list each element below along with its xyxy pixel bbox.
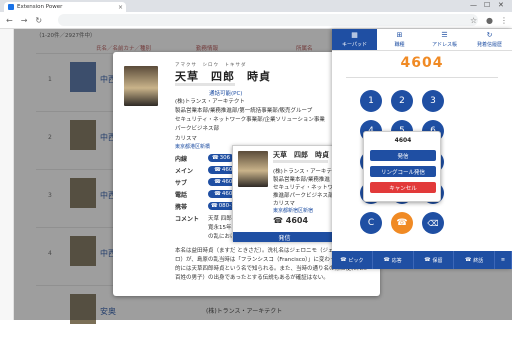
key-3[interactable]: 3 [422, 90, 444, 112]
phone-icon: ☎ [214, 179, 221, 185]
backspace-icon: ⌫ [427, 218, 439, 228]
popup-ringcall-button[interactable]: リングコール発信 [370, 166, 436, 177]
call-button[interactable]: ☎ [391, 212, 413, 234]
url-field[interactable] [58, 14, 478, 26]
menu-icon[interactable]: ⋮ [500, 16, 508, 25]
phone-icon: ☎ [396, 218, 408, 228]
department-1: 製品営業本部/業務推進部/第一統括事業部/販売グループ [175, 108, 313, 114]
phone-icon: ☎ [424, 257, 431, 263]
address-bar: ← → ↻ ☆ ● ⋮ [0, 12, 512, 29]
key-1[interactable]: 1 [360, 90, 382, 112]
popup-number: 4604 [394, 137, 412, 144]
account-icon[interactable]: ● [486, 16, 493, 25]
left-sidebar [0, 29, 14, 320]
tab-address-book[interactable]: ☰ アドレス帳 [422, 29, 467, 51]
department-3: パークビジネス部 [175, 126, 220, 132]
tab-call-history[interactable]: ↻ 発着信履歴 [467, 29, 512, 51]
popover-name: 天草 四郎 時貞 [273, 151, 329, 159]
favicon-icon [8, 4, 14, 10]
contact-name: 天草 四郎 時貞 [175, 70, 271, 83]
phone-icon: ☎ [211, 155, 219, 161]
popover-address-link[interactable]: 東京都新宿区新宿 [273, 207, 313, 214]
divider [346, 77, 498, 78]
close-window-icon[interactable]: ✕ [498, 1, 504, 9]
call-controls-bar: ☎ ピック ☎ 応答 ☎ 保留 ☎ 終話 ≡ [332, 251, 512, 269]
bookmark-icon[interactable]: ☆ [470, 16, 477, 25]
answer-button[interactable]: ☎ 応答 [373, 251, 414, 269]
backspace-button[interactable]: ⌫ [422, 212, 444, 234]
phone-icon: ☎ [340, 257, 347, 263]
presence-status: 通話可能(PC) [209, 91, 243, 97]
contact-photo [238, 151, 268, 187]
hamburger-icon: ≡ [500, 257, 506, 263]
history-icon: ↻ [486, 31, 493, 39]
popover-number: ☎ 4604 [273, 216, 309, 225]
list-icon: ☰ [441, 31, 448, 39]
key-2[interactable]: 2 [391, 90, 413, 112]
keypad-icon: ▦ [351, 31, 358, 39]
popover-call-button[interactable]: 発信 [233, 232, 336, 242]
forward-icon[interactable]: → [21, 16, 28, 25]
department-2: セキュリティ・ネットワーク事業部/企業ソリューション事業 [175, 117, 325, 123]
hangup-button[interactable]: ☎ 終話 [454, 251, 496, 269]
contact-photo [124, 66, 158, 106]
pickup-button[interactable]: ☎ ピック [332, 251, 373, 269]
popup-call-button[interactable]: 発信 [370, 150, 436, 161]
phone-icon: ☎ [214, 167, 221, 173]
browser-tab[interactable]: Extension Power × [4, 2, 126, 12]
address-link[interactable]: 東京都港区新橋 [175, 143, 210, 150]
tab-title: Extension Power [17, 4, 63, 10]
job-title: カリスマ [175, 136, 197, 142]
phone-icon: ☎ [465, 257, 472, 263]
phone-icon: ☎ [214, 191, 221, 197]
call-options-popup: 4604 発信 リングコール発信 キャンセル [363, 131, 441, 202]
phone-tabs: ▦ キーパッド ⊞ 職種 ☰ アドレス帳 ↻ 発着信履歴 [332, 29, 512, 51]
internal-number-button[interactable]: ☎ 306 [208, 154, 234, 162]
browser-tabbar: Extension Power × — ☐ ✕ [0, 0, 512, 12]
grid-icon: ⊞ [396, 31, 403, 39]
phone-icon: ☎ [383, 257, 390, 263]
hold-button[interactable]: ☎ 保留 [414, 251, 455, 269]
dialed-number[interactable]: 4604 [332, 55, 512, 71]
phone-icon: ☎ [273, 216, 286, 225]
reload-icon[interactable]: ↻ [35, 16, 42, 25]
tab-roles[interactable]: ⊞ 職種 [377, 29, 422, 51]
contact-card-popover: 天草 四郎 時貞 (株)トランス・アーキテクト 製品営業本部/業務推進 セキュリ… [232, 145, 344, 242]
popup-cancel-button[interactable]: キャンセル [370, 182, 436, 193]
back-icon[interactable]: ← [6, 16, 13, 25]
minimize-icon[interactable]: — [470, 1, 477, 9]
phone-icon: ☎ [210, 203, 218, 209]
company-name: (株)トランス・アーキテクト [175, 99, 245, 105]
tab-keypad[interactable]: ▦ キーパッド [332, 29, 377, 51]
tab-close-icon[interactable]: × [118, 4, 123, 11]
maximize-icon[interactable]: ☐ [484, 1, 490, 9]
more-menu-button[interactable]: ≡ [495, 251, 512, 269]
clear-button[interactable]: C [360, 212, 382, 234]
